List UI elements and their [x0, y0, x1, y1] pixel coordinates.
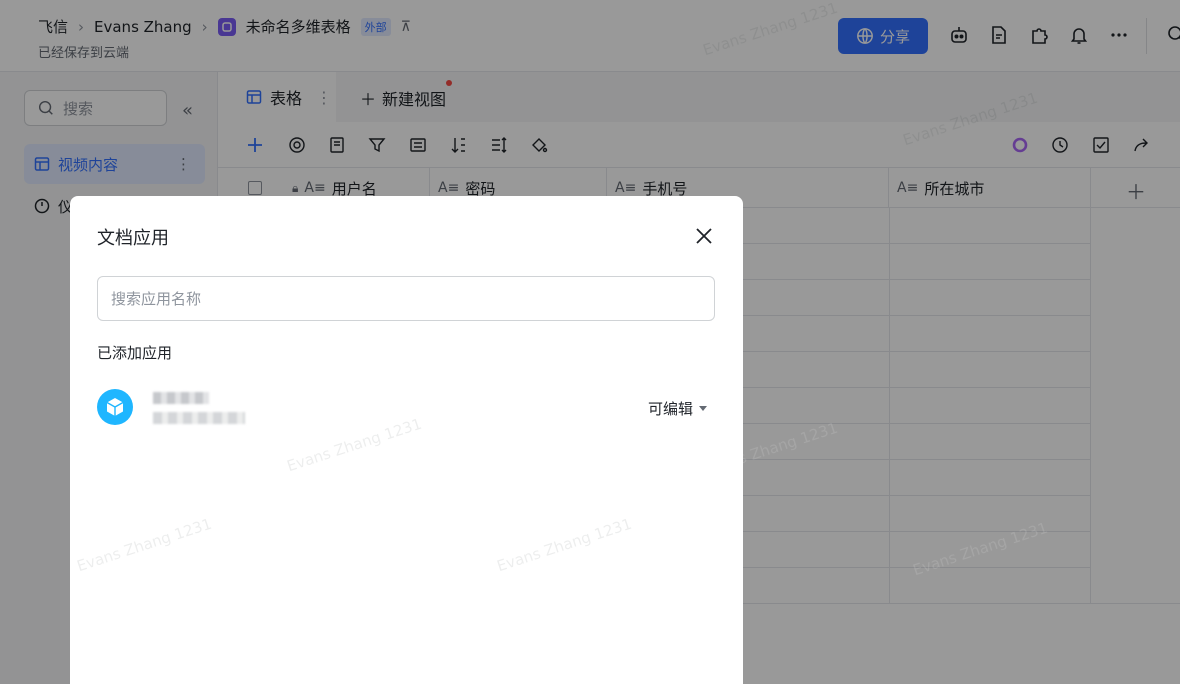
- added-apps-heading: 已添加应用: [97, 344, 173, 362]
- app-description-redacted: [153, 412, 245, 424]
- permission-label: 可编辑: [647, 400, 693, 418]
- document-apps-dialog: 文档应用 已添加应用 可编辑 Evans Zhang 1231 Evans Zh…: [70, 196, 743, 684]
- app-search-input[interactable]: [97, 276, 715, 321]
- dialog-title: 文档应用: [97, 228, 169, 249]
- permission-dropdown[interactable]: 可编辑: [648, 398, 707, 419]
- cube-app-icon: [97, 389, 133, 425]
- watermark: Evans Zhang 1231: [74, 514, 214, 576]
- app-list-item: 可编辑: [97, 384, 715, 434]
- watermark: Evans Zhang 1231: [494, 514, 634, 576]
- app-name-redacted: [153, 392, 209, 404]
- close-icon[interactable]: [692, 224, 716, 248]
- caret-down-icon: [699, 406, 707, 411]
